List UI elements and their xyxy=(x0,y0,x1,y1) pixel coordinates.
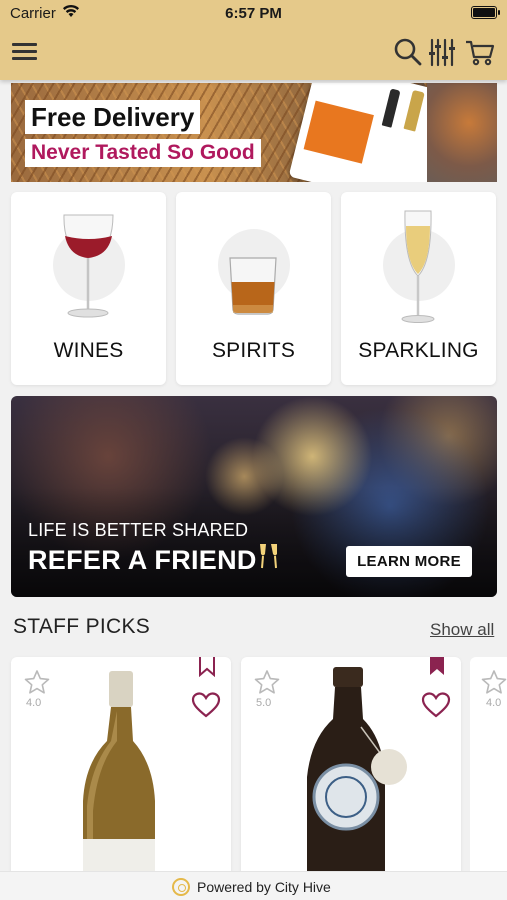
show-all-link[interactable]: Show all xyxy=(430,620,494,640)
product-card[interactable]: 4.0 xyxy=(11,657,231,887)
powered-by-text: Powered by City Hive xyxy=(197,879,331,895)
bookmark-icon[interactable] xyxy=(197,657,217,677)
promo-leaves-image xyxy=(427,83,497,182)
product-card[interactable]: 4.0 xyxy=(470,657,507,887)
search-icon[interactable] xyxy=(392,36,424,68)
product-rating: 5.0 xyxy=(256,697,272,709)
heart-icon[interactable] xyxy=(191,691,221,719)
promo-autumn-card xyxy=(303,100,374,164)
banner-shade xyxy=(11,487,497,597)
category-spirits[interactable]: SPIRITS xyxy=(176,192,331,385)
product-rating: 4.0 xyxy=(486,697,502,709)
category-wines[interactable]: WINES xyxy=(11,192,166,385)
wine-bottle-image xyxy=(83,671,155,887)
bookmark-filled-icon[interactable] xyxy=(427,657,447,677)
category-label: WINES xyxy=(53,339,124,362)
refer-tagline: LIFE IS BETTER SHARED xyxy=(28,520,249,540)
status-bar: Carrier 6:57 PM xyxy=(0,0,507,28)
whiskey-glass-icon xyxy=(229,257,277,315)
battery-icon xyxy=(471,6,500,19)
star-icon[interactable] xyxy=(23,669,51,695)
promo-subtitle: Never Tasted So Good xyxy=(25,139,261,167)
category-sparkling[interactable]: SPARKLING xyxy=(341,192,496,385)
star-icon[interactable] xyxy=(480,669,507,695)
clock: 6:57 PM xyxy=(225,5,282,22)
wine-glass-icon xyxy=(63,214,114,318)
powered-by-footer: Powered by City Hive xyxy=(0,871,507,900)
cart-icon[interactable] xyxy=(464,36,496,68)
star-icon[interactable] xyxy=(253,669,281,695)
category-label: SPIRITS xyxy=(211,339,296,362)
learn-more-button[interactable]: LEARN MORE xyxy=(346,546,472,577)
city-hive-logo-icon xyxy=(172,878,190,896)
refer-title: REFER A FRIEND xyxy=(28,545,257,575)
product-card[interactable]: 5.0 xyxy=(241,657,461,887)
filter-icon[interactable] xyxy=(426,36,458,68)
promo-banner[interactable]: Free Delivery Never Tasted So Good xyxy=(11,83,497,182)
menu-icon[interactable] xyxy=(12,41,38,63)
product-rating: 4.0 xyxy=(26,697,42,709)
beer-bottle-image xyxy=(307,667,407,887)
refer-banner[interactable]: LIFE IS BETTER SHARED REFER A FRIEND LEA… xyxy=(11,396,497,597)
bottle-image xyxy=(403,89,425,132)
app-header: Carrier 6:57 PM xyxy=(0,0,507,80)
category-label: SPARKLING xyxy=(358,339,479,362)
champagne-flute-icon xyxy=(401,210,435,323)
heart-icon[interactable] xyxy=(421,691,451,719)
bottle-image xyxy=(381,88,401,128)
promo-title: Free Delivery xyxy=(25,100,201,134)
cheers-icon xyxy=(260,544,277,569)
staff-picks-title: STAFF PICKS xyxy=(13,615,151,638)
